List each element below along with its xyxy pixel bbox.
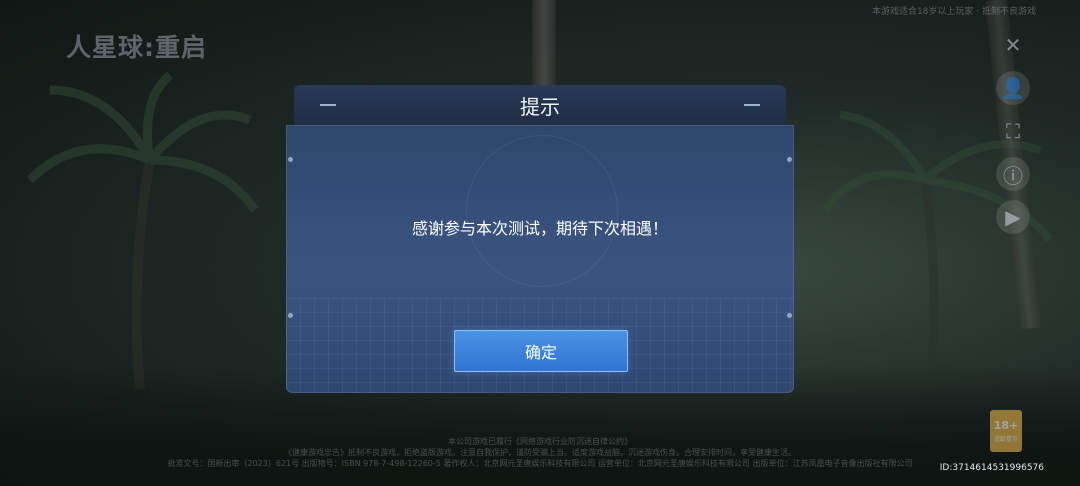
title-dash-decoration	[320, 104, 336, 106]
title-dash-decoration	[744, 104, 760, 106]
video-icon[interactable]: ▶	[996, 200, 1030, 234]
footer-line: 本公司游戏已履行《网络游戏行业防沉迷自律公约》	[448, 437, 632, 446]
tree-trunk-decoration	[532, 0, 556, 88]
palm-tree-left-decoration	[26, 71, 259, 390]
device-id: ID:3714614531996576	[939, 463, 1044, 473]
footer-line: 《健康游戏忠告》抵制不良游戏，拒绝盗版游戏。注意自我保护，谨防受骗上当。适度游戏…	[284, 448, 796, 457]
dialog-message: 感谢参与本次测试，期待下次相遇！	[411, 219, 668, 238]
dialog-title-bar: 提示	[294, 85, 786, 125]
edge-dot-decoration	[787, 157, 792, 162]
confirm-button[interactable]: 确定	[454, 330, 628, 372]
dialog-title: 提示	[520, 94, 560, 119]
game-logo: 人星球:重启	[66, 33, 207, 62]
age-rating-sub: 适龄提示	[993, 436, 1018, 443]
info-icon[interactable]: ⓘ	[996, 157, 1030, 191]
tools-icon[interactable]: ✕	[996, 28, 1030, 62]
footer-notice: 本公司游戏已履行《网络游戏行业防沉迷自律公约》 《健康游戏忠告》抵制不良游戏，拒…	[130, 436, 950, 469]
edge-dot-decoration	[787, 313, 792, 318]
account-icon[interactable]: 👤	[996, 71, 1030, 105]
footer-line: 批准文号：国新出审〔2023〕621号 出版物号：ISBN 978-7-498-…	[167, 459, 913, 468]
side-icon-bar: ✕ 👤 ⛶ ⓘ ▶	[996, 28, 1032, 243]
top-notice: 本游戏适合18岁以上玩家 · 抵制不良游戏	[871, 7, 1036, 17]
dialog-body: 感谢参与本次测试，期待下次相遇！ 确定	[286, 125, 794, 393]
circle-decoration	[466, 135, 618, 287]
edge-dot-decoration	[288, 157, 293, 162]
age-rating-label: 18+	[993, 419, 1019, 432]
edge-dot-decoration	[288, 313, 293, 318]
notice-dialog: 提示 感谢参与本次测试，期待下次相遇！ 确定	[286, 85, 794, 393]
scan-icon[interactable]: ⛶	[996, 114, 1030, 148]
age-rating-badge: 18+ 适龄提示	[990, 410, 1022, 452]
